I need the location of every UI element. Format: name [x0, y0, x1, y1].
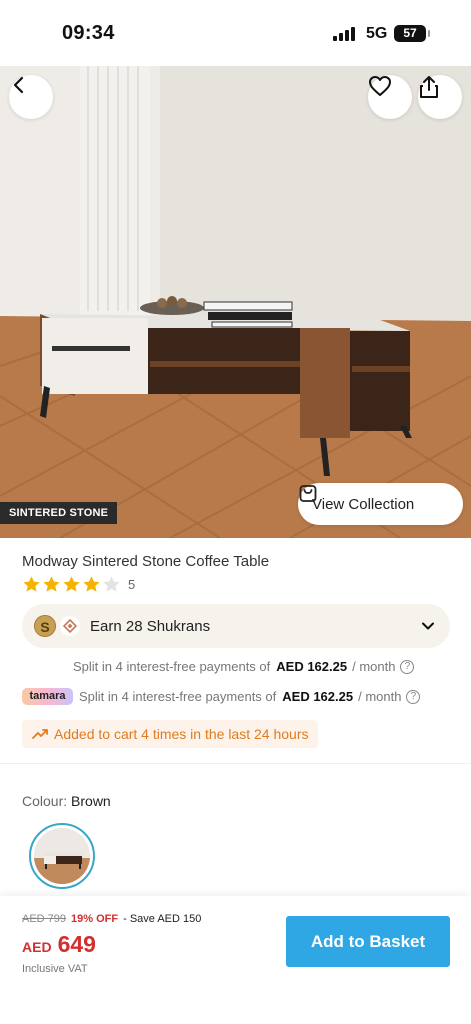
colour-label-key: Colour:: [22, 793, 68, 809]
tamara-installment-offer[interactable]: tamara Split in 4 interest-free payments…: [22, 688, 421, 705]
vat-note: Inclusive VAT: [22, 963, 88, 975]
star-filled-icon: [43, 576, 60, 592]
add-to-basket-button[interactable]: Add to Basket: [286, 916, 450, 967]
swatch-thumbnail: [34, 828, 90, 884]
product-rating[interactable]: 5: [22, 575, 135, 594]
colour-value: Brown: [71, 793, 111, 809]
original-price: AED 799: [22, 913, 67, 925]
price-value: 649: [57, 931, 96, 957]
colour-label: Colour: Brown: [22, 793, 111, 809]
back-button[interactable]: [9, 75, 53, 119]
status-bar: 09:34 5G 57: [0, 0, 471, 66]
coffee-table-illustration: [0, 66, 471, 538]
share-icon: [420, 76, 438, 98]
share-button[interactable]: [418, 75, 462, 119]
product-image[interactable]: SINTERED STONE View Collection: [0, 66, 471, 538]
shukran-logo-icon: S: [34, 615, 56, 637]
star-filled-icon: [83, 576, 100, 592]
trending-up-icon: [32, 729, 48, 739]
network-type: 5G: [366, 25, 388, 42]
installment-suffix: / month: [352, 659, 396, 674]
rating-count: 5: [128, 577, 136, 592]
section-divider: [0, 763, 471, 764]
installment-suffix: / month: [358, 689, 402, 704]
shukran-text: Earn 28 Shukrans: [90, 617, 211, 635]
star-empty-icon: [103, 576, 120, 592]
tamara-logo: tamara: [22, 688, 73, 705]
product-title: Modway Sintered Stone Coffee Table: [22, 553, 270, 570]
chevron-down-icon[interactable]: [420, 618, 436, 634]
colour-swatch-brown[interactable]: [29, 823, 95, 889]
shopping-bag-icon: [299, 485, 317, 502]
view-collection-label: View Collection: [312, 495, 415, 513]
wishlist-button[interactable]: [368, 75, 412, 119]
cart-activity-alert: Added to cart 4 times in the last 24 hou…: [22, 720, 319, 748]
price-currency: AED: [22, 939, 52, 955]
installment-text: Split in 4 interest-free payments of: [79, 689, 277, 704]
price-discount-row: AED 799 19% OFF - Save AED 150: [22, 913, 201, 925]
purchase-bar: AED 799 19% OFF - Save AED 150 AED 649 I…: [0, 896, 471, 1024]
view-collection-button[interactable]: View Collection: [298, 483, 463, 525]
installment-text: Split in 4 interest-free payments of: [73, 659, 271, 674]
heart-icon: [369, 76, 391, 96]
installment-amount: AED 162.25: [276, 659, 348, 674]
savings-text: - Save AED 150: [123, 913, 202, 925]
help-icon[interactable]: ?: [406, 689, 421, 704]
battery-icon: 57: [394, 25, 430, 42]
chevron-left-icon: [13, 76, 24, 94]
installment-offer[interactable]: Split in 4 interest-free payments of AED…: [73, 659, 415, 674]
shukran-rewards-banner[interactable]: S Earn 28 Shukrans: [22, 604, 450, 648]
star-filled-icon: [23, 576, 40, 592]
cart-alert-text: Added to cart 4 times in the last 24 hou…: [54, 726, 309, 742]
material-badge: SINTERED STONE: [0, 502, 118, 524]
signal-icon: [333, 27, 357, 41]
installment-amount: AED 162.25: [282, 689, 354, 704]
current-price: AED 649: [22, 931, 96, 958]
diamond-icon: [60, 616, 80, 636]
star-filled-icon: [63, 576, 80, 592]
discount-percent: 19% OFF: [71, 913, 119, 925]
help-icon[interactable]: ?: [400, 659, 415, 674]
status-time: 09:34: [62, 22, 115, 44]
